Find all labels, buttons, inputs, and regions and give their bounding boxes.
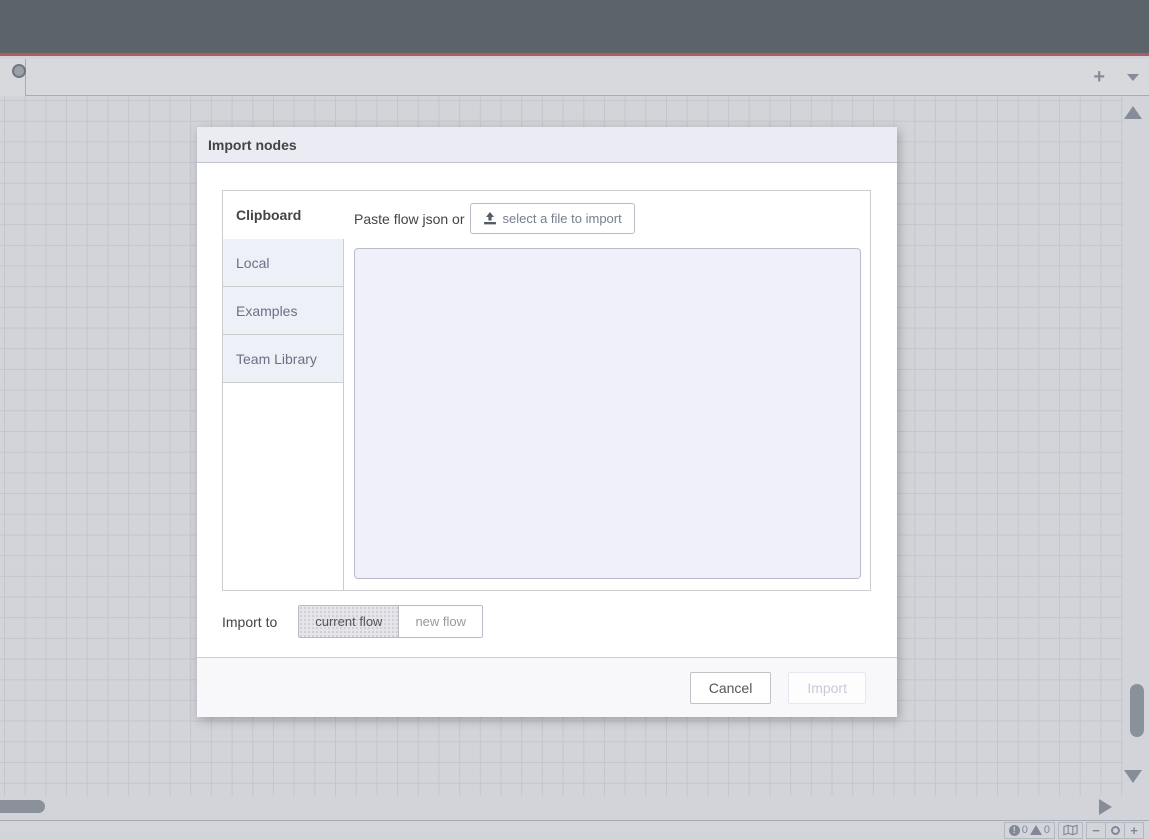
flow-json-input[interactable] bbox=[354, 248, 861, 579]
status-bar: 0 0 − + bbox=[0, 820, 1149, 839]
warning-icon bbox=[1030, 825, 1042, 835]
import-target-toggle: current flow new flow bbox=[298, 605, 483, 638]
select-file-label: select a file to import bbox=[503, 211, 622, 226]
cancel-button[interactable]: Cancel bbox=[690, 672, 772, 704]
select-file-button[interactable]: select a file to import bbox=[470, 203, 635, 234]
import-nodes-dialog: Import nodes Clipboard Local Examples Te… bbox=[197, 127, 897, 717]
map-icon bbox=[1063, 824, 1078, 836]
zoom-reset-button[interactable] bbox=[1105, 822, 1125, 839]
current-flow-button[interactable]: current flow bbox=[299, 606, 398, 637]
import-button[interactable]: Import bbox=[788, 672, 866, 704]
zoom-controls: − + bbox=[1086, 822, 1144, 839]
import-to-label: Import to bbox=[222, 614, 277, 630]
dialog-footer: Cancel Import bbox=[197, 657, 897, 717]
clipboard-tab-content: Paste flow json or select a file to impo… bbox=[344, 191, 870, 590]
scroll-right-icon[interactable] bbox=[1099, 799, 1112, 815]
upload-icon bbox=[483, 212, 497, 225]
import-source-tabs: Clipboard Local Examples Team Library bbox=[223, 191, 344, 590]
error-count: 0 bbox=[1022, 824, 1028, 836]
workspace-tab-strip: + bbox=[0, 59, 1149, 96]
dialog-header: Import nodes bbox=[197, 127, 897, 163]
zoom-reset-circle-icon bbox=[1111, 826, 1120, 835]
tab-local[interactable]: Local bbox=[223, 239, 344, 287]
paste-flow-label: Paste flow json or bbox=[354, 211, 465, 227]
notification-counts[interactable]: 0 0 bbox=[1004, 822, 1055, 839]
error-icon bbox=[1009, 825, 1020, 836]
tab-strip-left-cell bbox=[0, 59, 26, 96]
flow-list-chevron-down-icon[interactable] bbox=[1127, 74, 1139, 81]
tab-strip-main bbox=[26, 59, 1149, 96]
horizontal-scroll-rail bbox=[0, 796, 1149, 820]
app-header bbox=[0, 0, 1149, 56]
tab-column-filler bbox=[223, 383, 344, 590]
add-flow-icon[interactable]: + bbox=[1093, 67, 1105, 87]
tab-examples[interactable]: Examples bbox=[223, 287, 344, 335]
import-panel: Clipboard Local Examples Team Library Pa… bbox=[222, 190, 871, 591]
vertical-scrollbar-thumb[interactable] bbox=[1130, 684, 1144, 737]
node-port-dot bbox=[12, 64, 26, 78]
tab-clipboard[interactable]: Clipboard bbox=[223, 191, 344, 239]
warning-count: 0 bbox=[1044, 824, 1050, 836]
dialog-title: Import nodes bbox=[208, 137, 297, 153]
new-flow-button[interactable]: new flow bbox=[398, 606, 482, 637]
scroll-down-icon[interactable] bbox=[1124, 770, 1142, 783]
import-to-row: Import to current flow new flow bbox=[222, 605, 483, 638]
tab-team-library[interactable]: Team Library bbox=[223, 335, 344, 383]
scroll-up-icon[interactable] bbox=[1124, 106, 1142, 119]
horizontal-scrollbar-thumb[interactable] bbox=[0, 800, 45, 813]
zoom-out-button[interactable]: − bbox=[1086, 822, 1106, 839]
navigator-button[interactable] bbox=[1058, 822, 1083, 839]
zoom-in-button[interactable]: + bbox=[1124, 822, 1144, 839]
